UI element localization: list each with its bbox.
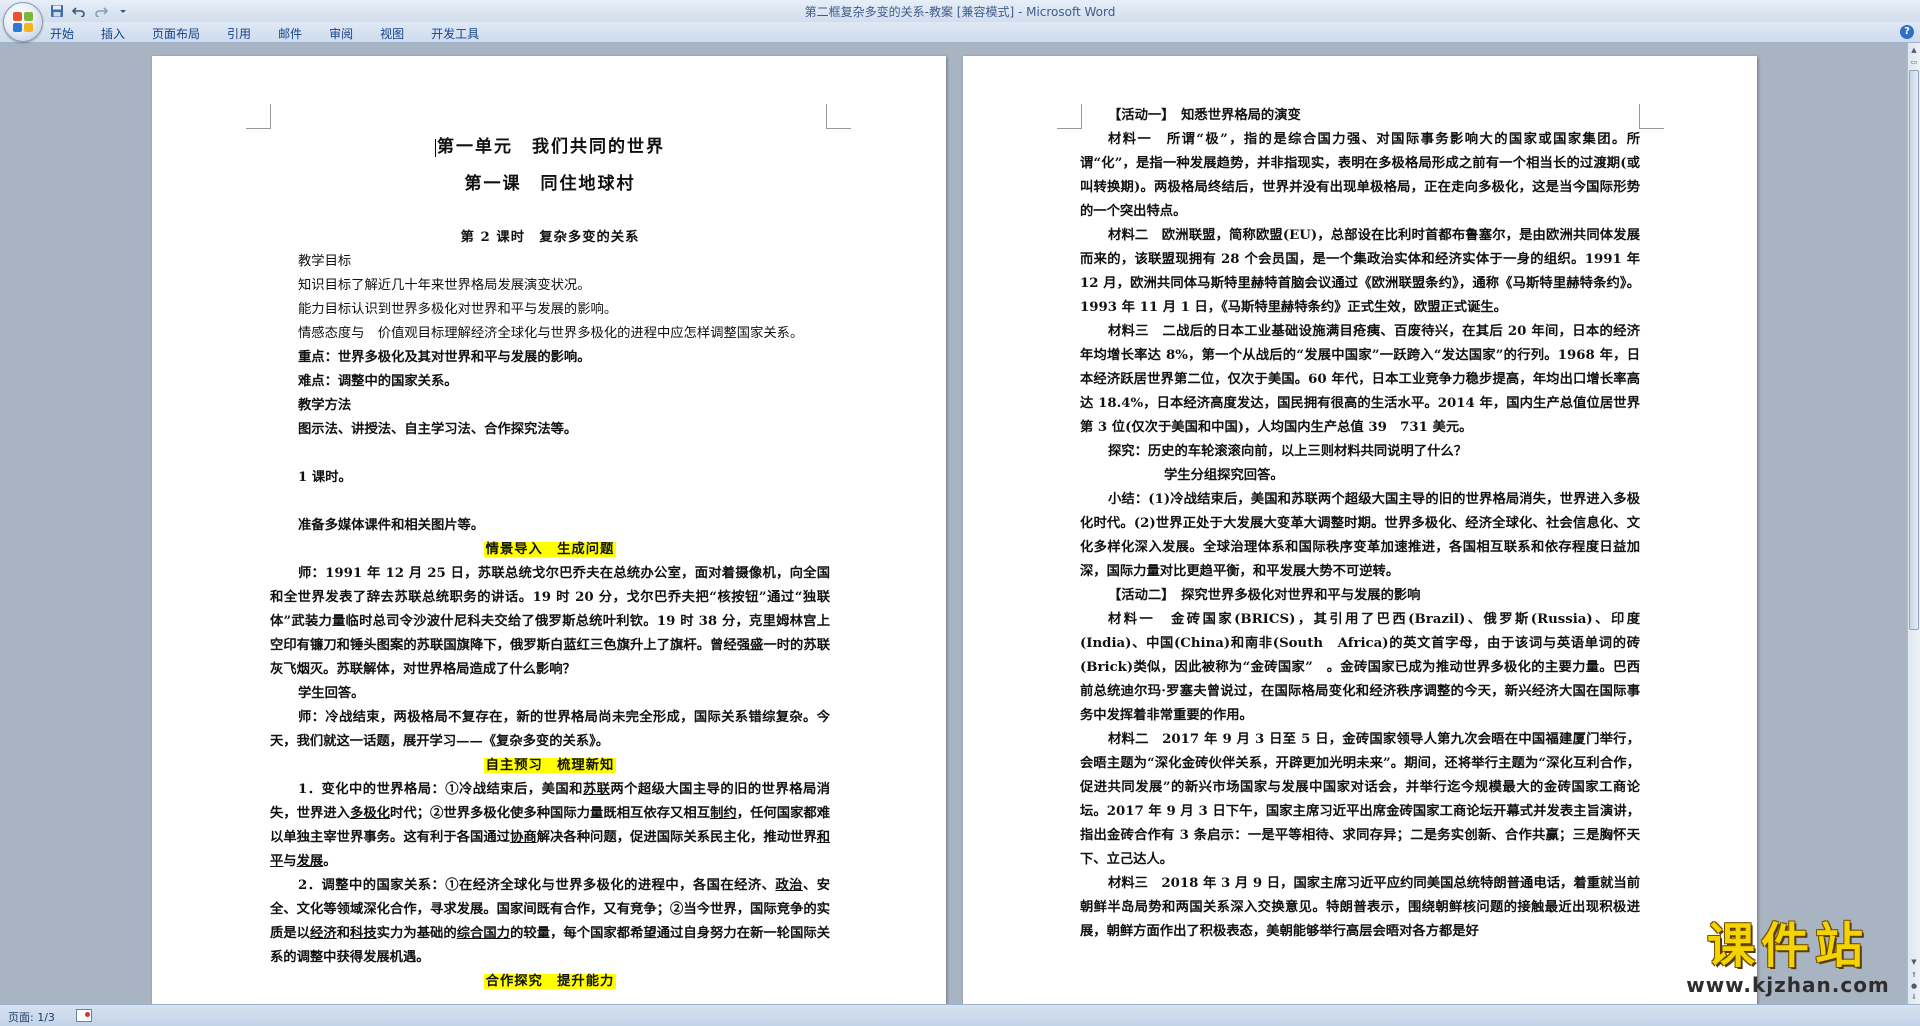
office-logo-icon <box>13 12 33 32</box>
watermark-url: www.kjzhan.com <box>1686 973 1890 997</box>
tab-home[interactable]: 开始 <box>50 22 74 42</box>
page-1-content[interactable]: 第一单元 我们共同的世界 第一课 同住地球村 第 2 课时 复杂多变的关系 教学… <box>270 128 830 994</box>
office-button[interactable] <box>3 2 43 42</box>
window-controls <box>1900 2 1914 16</box>
document-page-2[interactable]: 【活动一】 知悉世界格局的演变 材料一 所谓“极”，指的是综合国力强、对国际事务… <box>963 56 1757 1004</box>
activity-2-material-2: 材料二 2017 年 9 月 3 日至 5 日，金砖国家领导人第九次会晤在中国福… <box>1080 732 1640 867</box>
page-number-status[interactable]: 页面: 1/3 <box>8 1009 55 1025</box>
teacher-paragraph-1: 师：1991 年 12 月 25 日，苏联总统戈尔巴乔夫在总统办公室，面对着摄像… <box>270 566 830 677</box>
difficulty: 难点：调整中的国家关系。 <box>298 374 458 389</box>
document-area[interactable]: 第一单元 我们共同的世界 第一课 同住地球村 第 2 课时 复杂多变的关系 教学… <box>0 43 1908 1004</box>
highlighted-heading: 情景导入 生成问题 <box>483 542 617 557</box>
preparation: 准备多媒体课件和相关图片等。 <box>298 518 485 533</box>
lesson-time: 1 课时。 <box>298 470 352 485</box>
activity-2-heading: 【活动二】 探究世界多极化对世界和平与发展的影响 <box>1108 588 1421 603</box>
highlighted-heading: 自主预习 梳理新知 <box>483 758 617 773</box>
proofing-errors-icon[interactable] <box>76 1009 92 1022</box>
status-bar: 页面: 1/3 <box>0 1004 1920 1026</box>
ruler-toggle-icon[interactable]: ▭ <box>1909 57 1919 68</box>
student-answer: 学生回答。 <box>298 686 365 701</box>
unit-title: 第一单元 我们共同的世界 <box>435 137 665 157</box>
tab-developer[interactable]: 开发工具 <box>431 22 479 42</box>
margin-mark-top-right <box>826 104 851 129</box>
margin-mark-top-left <box>1057 104 1082 129</box>
next-page-icon[interactable]: ⇓ <box>1909 992 1919 1003</box>
preview-item-2: 2．调整中的国家关系：①在经济全球化与世界多极化的进程中，各国在经济、政治、安全… <box>270 878 831 965</box>
material-2: 材料二 欧洲联盟，简称欧盟(EU)，总部设在比利时首都布鲁塞尔，是由欧洲共同体发… <box>1080 228 1640 315</box>
window-title: 第二框复杂多变的关系-教案 [兼容模式] - Microsoft Word <box>804 5 1116 19</box>
tab-view[interactable]: 视图 <box>380 22 404 42</box>
material-1: 材料一 所谓“极”，指的是综合国力强、对国际事务影响大的国家或国家集团。所谓“化… <box>1080 132 1640 219</box>
methods: 图示法、讲授法、自主学习法、合作探究法等。 <box>298 422 578 437</box>
activity-2-material-1: 材料一 金砖国家(BRICS)，其引用了巴西(Brazil)、俄罗斯(Russi… <box>1080 612 1640 723</box>
tab-references[interactable]: 引用 <box>227 22 251 42</box>
site-watermark: 课件站 www.kjzhan.com <box>1670 918 1906 1003</box>
watermark-title: 课件站 <box>1706 918 1869 974</box>
scroll-down-icon[interactable]: ▼ <box>1909 957 1919 968</box>
lesson-title: 第一课 同住地球村 <box>464 174 636 194</box>
explore-question: 探究：历史的车轮滚滚向前，以上三则材料共同说明了什么？ <box>1108 444 1468 459</box>
goal-knowledge: 知识目标了解近几十年来世界格局发展演变状况。 <box>298 278 591 293</box>
key-point: 重点：世界多极化及其对世界和平与发展的影响。 <box>298 350 591 365</box>
vertical-scrollbar[interactable]: ▲ ▭ ▼ ⇑ ● ⇓ <box>1907 43 1920 1004</box>
activity-1-heading: 【活动一】 知悉世界格局的演变 <box>1108 108 1301 123</box>
summary: 小结：(1)冷战结束后，美国和苏联两个超级大国主导的旧的世界格局消失，世界进入多… <box>1080 492 1640 579</box>
preview-item-1: 1．变化中的世界格局：①冷战结束后，美国和苏联两个超级大国主导的旧的世界格局消失… <box>270 782 831 869</box>
tab-review[interactable]: 审阅 <box>329 22 353 42</box>
text-cursor <box>435 138 436 157</box>
margin-mark-top-right <box>1639 104 1664 129</box>
help-icon[interactable]: ? <box>1900 25 1914 39</box>
tab-insert[interactable]: 插入 <box>101 22 125 42</box>
scroll-up-icon[interactable]: ▲ <box>1909 45 1919 56</box>
goal-emotion: 情感态度与 价值观目标理解经济全球化与世界多极化的进程中应怎样调整国家关系。 <box>298 326 804 341</box>
highlighted-heading: 合作探究 提升能力 <box>483 974 617 989</box>
section-heading-explore: 合作探究 提升能力 <box>270 970 830 994</box>
document-page-1[interactable]: 第一单元 我们共同的世界 第一课 同住地球村 第 2 课时 复杂多变的关系 教学… <box>152 56 946 1004</box>
previous-page-icon[interactable]: ⇑ <box>1909 970 1919 981</box>
tab-mailings[interactable]: 邮件 <box>278 22 302 42</box>
section-heading-preview: 自主预习 梳理新知 <box>270 754 830 778</box>
goal-ability: 能力目标认识到世界多极化对世界和平与发展的影响。 <box>298 302 618 317</box>
period-title: 第 2 课时 复杂多变的关系 <box>460 230 640 245</box>
scrollbar-thumb[interactable] <box>1909 70 1919 630</box>
method-heading: 教学方法 <box>298 398 352 413</box>
select-browse-object-icon[interactable]: ● <box>1909 981 1919 992</box>
activity-2-material-3: 材料三 2018 年 3 月 9 日，国家主席习近平应约同美国总统特朗普通电话，… <box>1080 876 1640 939</box>
ribbon-tab-bar: 开始 插入 页面布局 引用 邮件 审阅 视图 开发工具 ? <box>0 22 1920 43</box>
title-bar: 第二框复杂多变的关系-教案 [兼容模式] - Microsoft Word <box>0 0 1920 22</box>
page-2-content[interactable]: 【活动一】 知悉世界格局的演变 材料一 所谓“极”，指的是综合国力强、对国际事务… <box>1080 104 1640 944</box>
group-answer: 学生分组探究回答。 <box>1164 468 1284 483</box>
margin-mark-top-left <box>246 104 271 129</box>
teacher-paragraph-2: 师：冷战结束，两极格局不复存在，新的世界格局尚未完全形成，国际关系错综复杂。今天… <box>270 710 830 749</box>
minimize-icon[interactable] <box>1900 2 1914 16</box>
tab-page-layout[interactable]: 页面布局 <box>152 22 200 42</box>
section-heading-intro: 情景导入 生成问题 <box>270 538 830 562</box>
goals-heading: 教学目标 <box>298 254 352 269</box>
material-3: 材料三 二战后的日本工业基础设施满目疮痍、百废待兴，在其后 20 年间，日本的经… <box>1080 324 1640 435</box>
